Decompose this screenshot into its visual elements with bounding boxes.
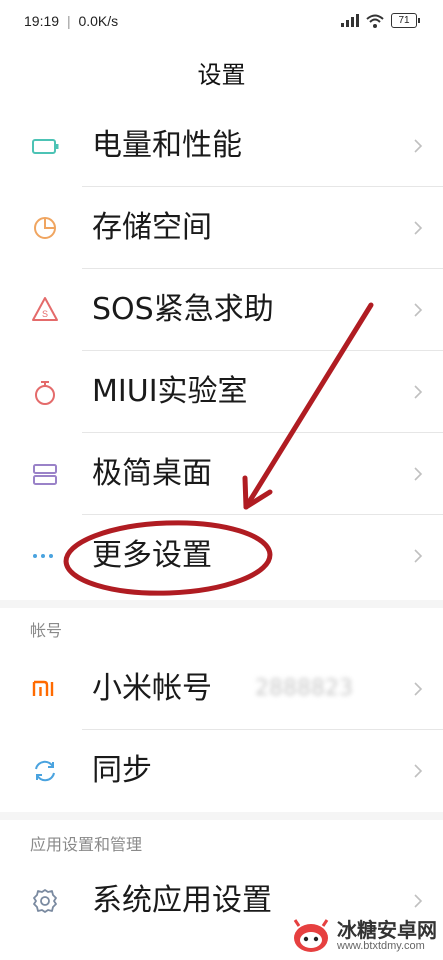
row-label: 电量和性能 xyxy=(92,128,242,163)
chevron-right-icon xyxy=(414,467,423,481)
chevron-right-icon xyxy=(414,549,423,563)
row-label: 更多设置 xyxy=(92,538,212,573)
sos-warning-icon: S xyxy=(32,297,58,321)
watermark: 冰糖安卓网 www.btxtdmy.com xyxy=(291,918,437,954)
settings-row-mi-account[interactable]: 小米帐号 2888823 xyxy=(0,648,443,730)
settings-row-simple-desktop[interactable]: 极简桌面 xyxy=(0,433,443,515)
simple-desktop-icon xyxy=(33,464,57,485)
status-icons: 71 xyxy=(341,13,420,28)
lab-flask-icon xyxy=(35,381,55,405)
status-bar: 19:19 | 0.0K/s 71 xyxy=(0,0,443,46)
status-left: 19:19 | 0.0K/s xyxy=(24,13,118,29)
settings-row-sos[interactable]: S SOS紧急求助 xyxy=(0,269,443,351)
row-label: 系统应用设置 xyxy=(92,883,272,918)
row-label: 小米帐号 xyxy=(92,671,212,706)
account-id-value: 2888823 xyxy=(255,676,353,701)
watermark-text: 冰糖安卓网 www.btxtdmy.com xyxy=(337,920,437,952)
row-label: SOS紧急求助 xyxy=(92,292,274,327)
chevron-right-icon xyxy=(414,894,423,908)
settings-row-miui-lab[interactable]: MIUI实验室 xyxy=(0,351,443,433)
section-gap xyxy=(0,812,443,820)
chevron-right-icon xyxy=(414,764,423,778)
settings-row-battery[interactable]: 电量和性能 xyxy=(0,105,443,187)
more-dots-icon xyxy=(33,554,53,558)
wifi-icon xyxy=(366,14,384,28)
svg-text:S: S xyxy=(42,309,48,319)
chevron-right-icon xyxy=(414,221,423,235)
row-label: 存储空间 xyxy=(92,210,212,245)
settings-row-sync[interactable]: 同步 xyxy=(0,730,443,812)
settings-row-storage[interactable]: 存储空间 xyxy=(0,187,443,269)
status-time: 19:19 xyxy=(24,13,60,29)
watermark-logo-icon xyxy=(293,919,329,952)
row-label: 极简桌面 xyxy=(92,456,212,491)
chevron-right-icon xyxy=(414,139,423,153)
status-separator: | xyxy=(66,13,71,29)
battery-indicator: 71 xyxy=(391,13,420,28)
battery-icon xyxy=(32,139,59,154)
gear-icon xyxy=(33,889,57,913)
watermark-name: 冰糖安卓网 xyxy=(337,918,437,942)
chevron-right-icon xyxy=(414,682,423,696)
section-header-account: 帐号 xyxy=(30,621,63,640)
chevron-right-icon xyxy=(414,385,423,399)
section-header-apps: 应用设置和管理 xyxy=(30,835,143,854)
watermark-url: www.btxtdmy.com xyxy=(337,940,425,952)
chevron-right-icon xyxy=(414,303,423,317)
row-label: MIUI实验室 xyxy=(92,374,248,409)
settings-row-more[interactable]: 更多设置 xyxy=(0,515,443,597)
mi-logo-icon xyxy=(32,680,54,696)
sync-icon xyxy=(35,760,55,782)
signal-icon xyxy=(341,14,359,27)
network-speed: 0.0K/s xyxy=(78,13,119,29)
storage-pie-icon xyxy=(34,217,56,239)
row-label: 同步 xyxy=(92,753,152,788)
section-gap xyxy=(0,600,443,608)
page-title: 设置 xyxy=(197,61,246,89)
